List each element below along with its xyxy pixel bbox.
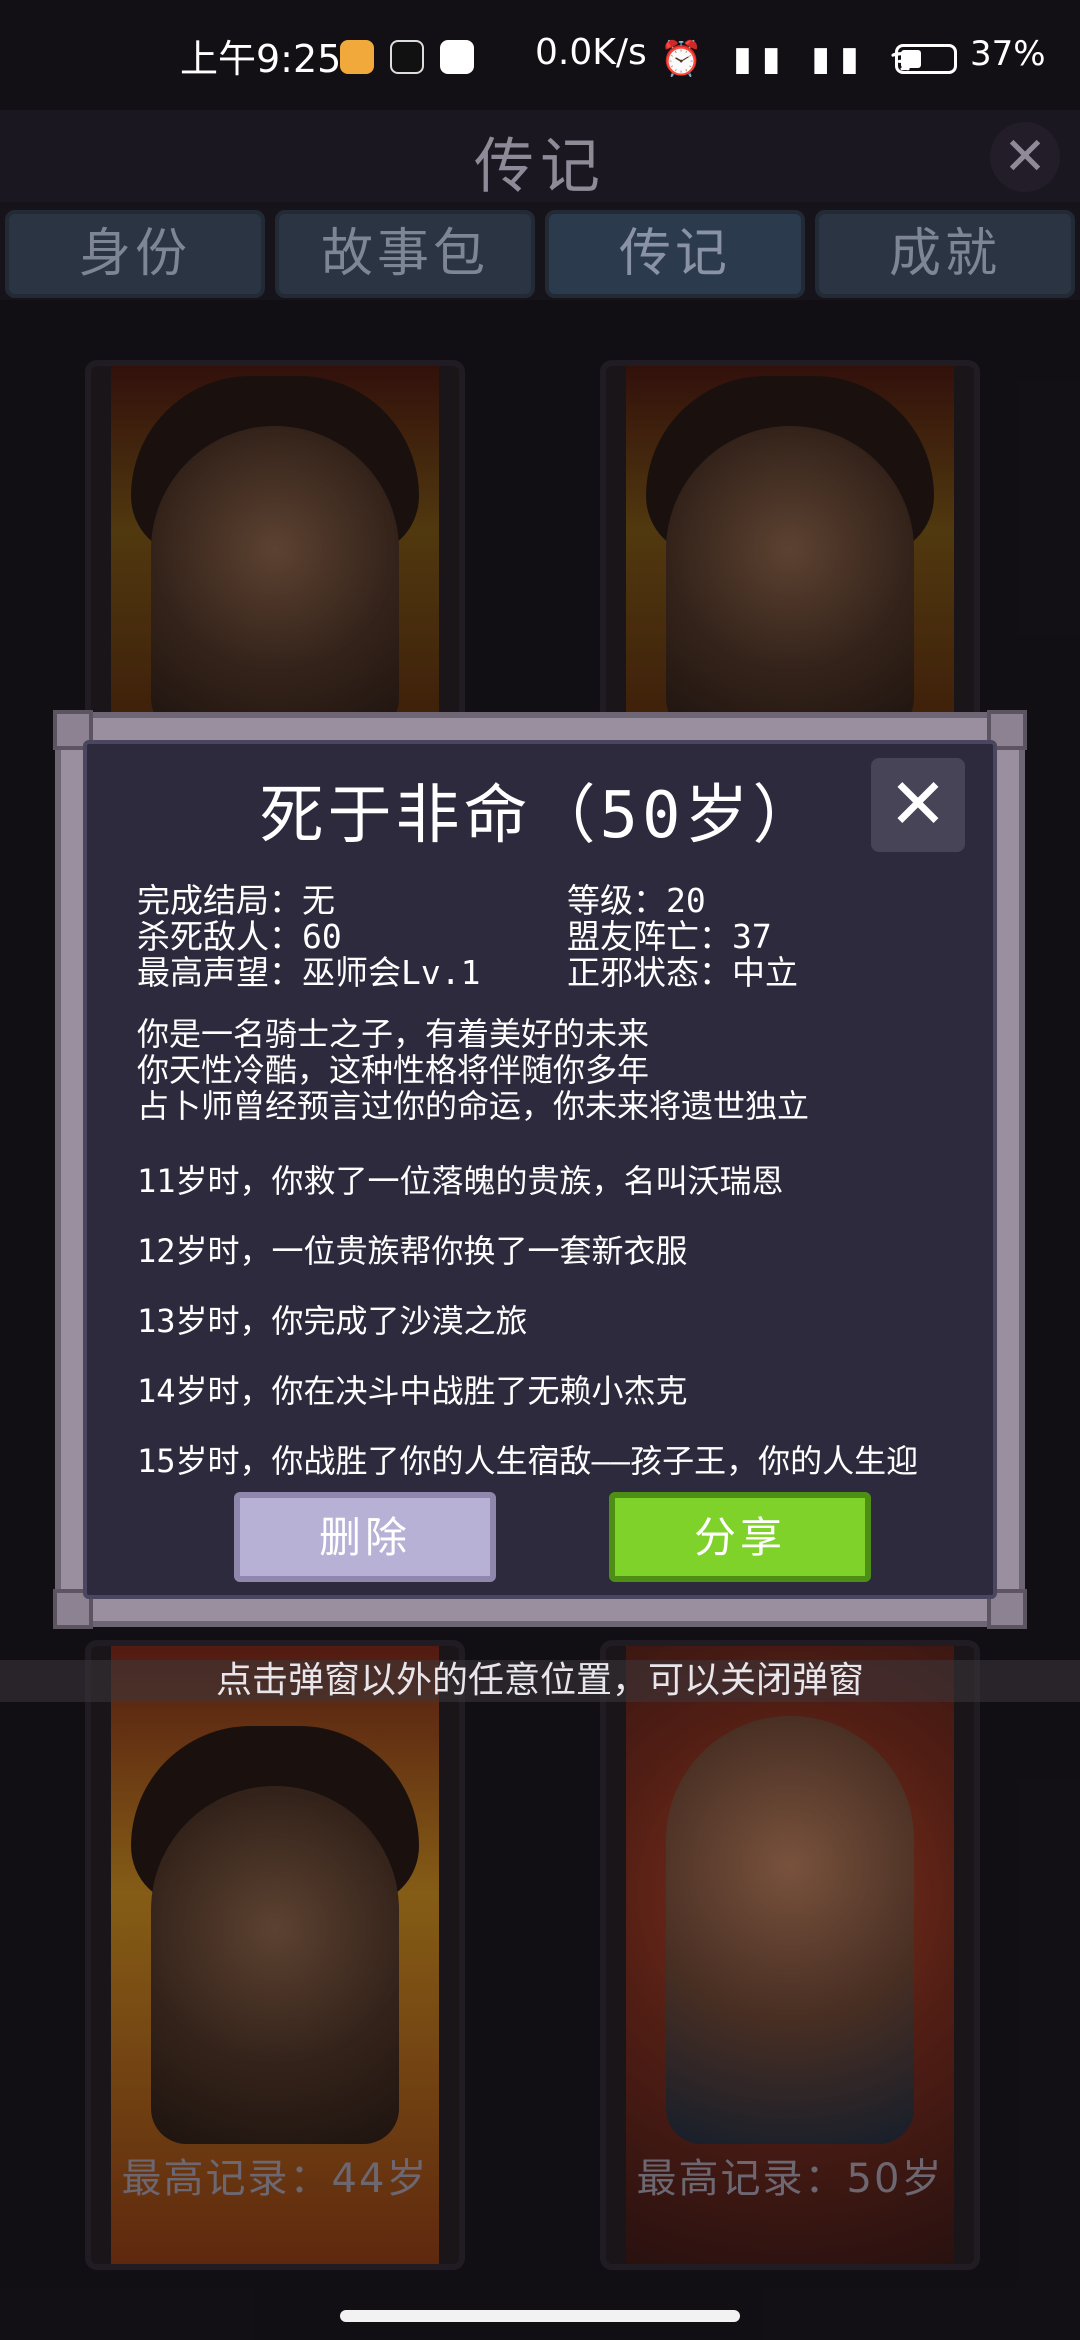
- hint-text: 点击弹窗以外的任意位置，可以关闭弹窗: [215, 1660, 864, 1701]
- story-line: 占卜师曾经预言过你的命运，你未来将遗世独立: [137, 1087, 810, 1125]
- notification-app-icon: [340, 40, 374, 74]
- tab-story-pack[interactable]: 故事包: [275, 210, 535, 298]
- life-event: 11岁时，你救了一位落魄的贵族，名叫沃瑞恩: [137, 1162, 784, 1200]
- story-intro: 你是一名骑士之子，有着美好的未来 你天性冷酷，这种性格将伴随你多年 占卜师曾经预…: [137, 1016, 1017, 1124]
- close-icon[interactable]: ✕: [990, 122, 1060, 192]
- share-button[interactable]: 分享: [609, 1492, 871, 1582]
- stat-reputation: 最高声望：巫师会Lv.1: [137, 953, 481, 992]
- tab-bar: 身份 故事包 传记 成就: [0, 210, 1080, 300]
- home-indicator[interactable]: [340, 2310, 740, 2322]
- story-line: 你天性冷酷，这种性格将伴随你多年: [137, 1051, 650, 1089]
- network-speed: 0.0K/s: [535, 32, 647, 73]
- cloud-app-icon: [440, 40, 474, 74]
- modal-close-icon[interactable]: ✕: [871, 758, 965, 852]
- battery-percent: 37%: [970, 34, 1046, 74]
- battery-icon: [895, 44, 957, 74]
- page-title: 传记: [474, 132, 606, 202]
- life-event: 12岁时，一位贵族帮你换了一套新衣服: [137, 1232, 688, 1270]
- biography-modal: 死于非命（50岁） ✕ 完成结局：无 等级：20 杀死敌人：60 盟友阵亡：37…: [53, 710, 1027, 1629]
- status-time: 上午9:25: [180, 37, 342, 81]
- delete-button[interactable]: 删除: [234, 1492, 496, 1582]
- life-event: 15岁时，你战胜了你的人生宿敌——孩子王，你的人生迎: [137, 1442, 919, 1480]
- tab-achievements[interactable]: 成就: [815, 210, 1075, 298]
- tiktok-icon: [390, 40, 424, 74]
- life-event: 14岁时，你在决斗中战胜了无赖小杰克: [137, 1372, 688, 1410]
- status-bar: 上午9:25 0.0K/s ⏰ ▮▮ ▮▮ ᯤ 37%: [0, 0, 1080, 110]
- hint-bar: 点击弹窗以外的任意位置，可以关闭弹窗: [0, 1660, 1080, 1702]
- stat-alignment: 正邪状态：中立: [567, 953, 798, 992]
- signal-icon: ⏰ ▮▮ ▮▮ ᯤ: [660, 39, 931, 79]
- modal-body: 死于非命（50岁） ✕ 完成结局：无 等级：20 杀死敌人：60 盟友阵亡：37…: [83, 740, 997, 1599]
- tab-identity[interactable]: 身份: [5, 210, 265, 298]
- life-event: 13岁时，你完成了沙漠之旅: [137, 1302, 528, 1340]
- story-line: 你是一名骑士之子，有着美好的未来: [137, 1015, 650, 1053]
- tab-biography[interactable]: 传记: [545, 210, 805, 298]
- header: 传记 ✕: [0, 110, 1080, 202]
- modal-title: 死于非命（50岁）: [259, 779, 821, 853]
